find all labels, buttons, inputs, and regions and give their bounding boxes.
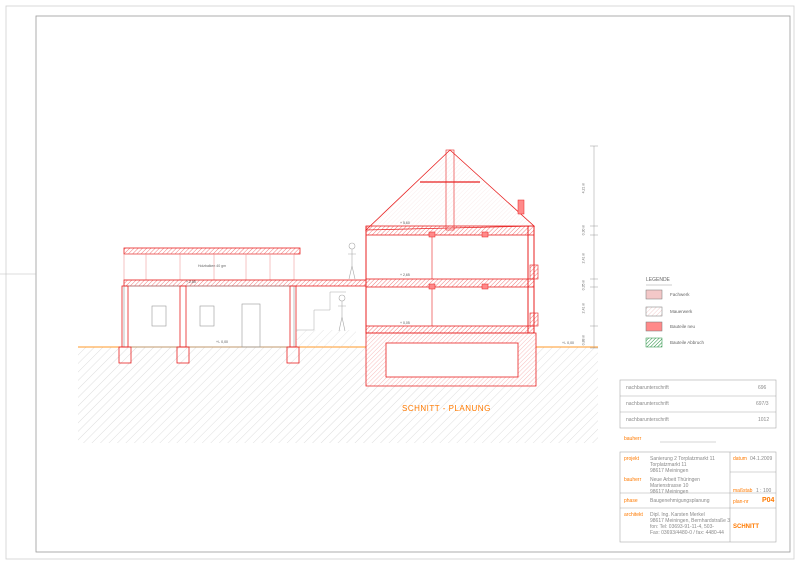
plan-value: P04 bbox=[762, 497, 775, 504]
legend-swatch-mauerwerk bbox=[645, 306, 663, 317]
legend-title: LEGENDE bbox=[646, 277, 670, 283]
terrace-label: Holzbalken 40 gm bbox=[198, 264, 227, 268]
bauherr2-label: bauherr bbox=[624, 477, 642, 483]
legend-item-label: Bauteile neu bbox=[670, 324, 696, 329]
human-figure-icon bbox=[338, 242, 356, 332]
schnitt-label: SCHNITT bbox=[733, 524, 759, 530]
main-house-section bbox=[364, 149, 539, 334]
architekt-line: Fax: 03693/4480-0 / fax: 4480-44 bbox=[650, 530, 724, 536]
legend-swatch-abbruch bbox=[645, 337, 663, 348]
level-tag: +/- 0,00 bbox=[562, 341, 574, 345]
datum-value: 04.1.2009 bbox=[750, 456, 773, 462]
signature-value: 1012 bbox=[758, 417, 770, 423]
massstab-value: 1 : 100 bbox=[756, 488, 772, 494]
signature-value: 696 bbox=[758, 385, 767, 391]
plan-label: plan-nr bbox=[733, 499, 749, 505]
signature-value: 697/3 bbox=[756, 401, 769, 407]
legend-swatch-fachwerk bbox=[645, 289, 663, 300]
massstab-label: maßstab bbox=[733, 488, 753, 494]
legend-item-label: Mauerwerk bbox=[670, 309, 693, 314]
projekt-label: projekt bbox=[624, 456, 640, 462]
basement bbox=[365, 332, 537, 387]
signature-label: nachbarunterschrift bbox=[626, 401, 669, 407]
dimension-label: 0,35 m bbox=[581, 279, 586, 291]
dimension-label: 0,88 m bbox=[581, 334, 586, 346]
datum-label: datum bbox=[733, 456, 747, 462]
bauherr2-line: 98617 Meiningen bbox=[650, 489, 689, 495]
level-tag: + 2,65 bbox=[400, 273, 410, 277]
dimension-label: 0,30 m bbox=[581, 224, 586, 236]
architekt-label: architekt bbox=[624, 512, 643, 518]
bauherr-label: bauherr bbox=[624, 436, 642, 442]
phase-value: Baugenehmigungsplanung bbox=[650, 498, 710, 504]
dimension-label: 4,21 m bbox=[581, 182, 586, 194]
legend-swatch-neu bbox=[645, 321, 663, 332]
dimension-label: 2,41 m bbox=[581, 302, 586, 314]
annex-section bbox=[118, 247, 367, 364]
legend-swatches bbox=[645, 284, 672, 348]
dimension-chain bbox=[590, 145, 598, 349]
level-tag: + 2,85 bbox=[186, 280, 196, 284]
level-tag: +/- 0,00 bbox=[216, 340, 228, 344]
legend-item-label: Bauteile Abbruch bbox=[670, 340, 705, 345]
level-tag: + 0,05 bbox=[400, 321, 410, 325]
legend-item-label: Fachwerk bbox=[670, 292, 690, 297]
dimension-label: 2,41 m bbox=[581, 252, 586, 264]
signature-label: nachbarunterschrift bbox=[626, 417, 669, 423]
level-tag: + 5,60 bbox=[400, 221, 410, 225]
projekt-line: 98617 Meiningen bbox=[650, 468, 689, 474]
phase-label: phase bbox=[624, 498, 638, 504]
signature-label: nachbarunterschrift bbox=[626, 385, 669, 391]
drawing-title: SCHNITT - PLANUNG bbox=[402, 404, 491, 413]
